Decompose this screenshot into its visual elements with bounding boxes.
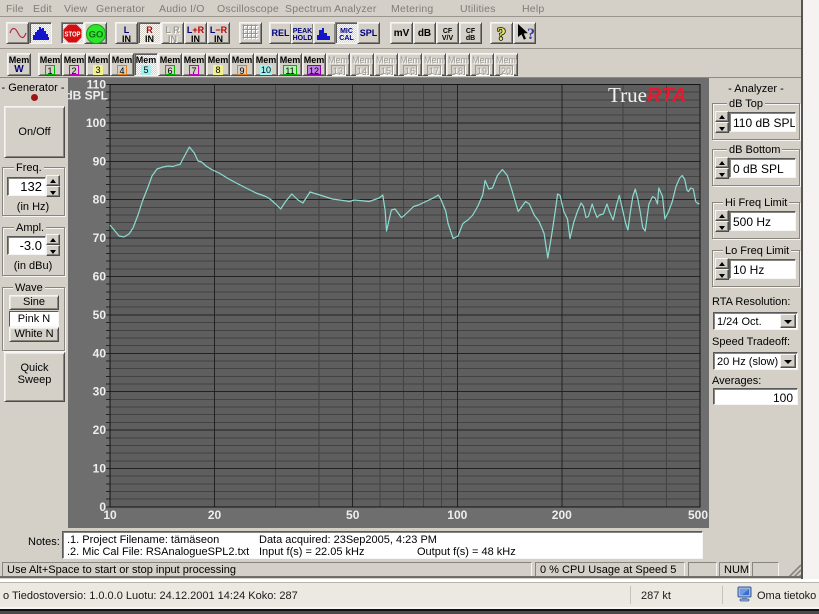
svg-text:?: ?: [497, 24, 506, 44]
svg-text:20: 20: [208, 508, 222, 522]
svg-text:30: 30: [93, 385, 107, 399]
svg-text:40: 40: [93, 346, 107, 360]
svg-text:?: ?: [527, 26, 535, 43]
svg-text:10: 10: [103, 508, 117, 522]
svg-text:50: 50: [93, 308, 107, 322]
svg-text:500: 500: [688, 508, 708, 522]
svg-text:RTA: RTA: [647, 85, 686, 107]
svg-text:200: 200: [552, 508, 572, 522]
svg-text:70: 70: [93, 231, 107, 245]
svg-text:20: 20: [93, 423, 107, 437]
svg-text:50: 50: [346, 508, 360, 522]
svg-text:80: 80: [93, 193, 107, 207]
svg-text:GO: GO: [88, 30, 103, 41]
svg-text:STOP: STOP: [65, 32, 81, 39]
svg-text:60: 60: [93, 270, 107, 284]
svg-text:100: 100: [447, 508, 467, 522]
svg-text:dB SPL: dB SPL: [68, 89, 108, 103]
svg-text:10: 10: [93, 462, 107, 476]
svg-text:True: True: [608, 83, 647, 107]
svg-text:100: 100: [86, 116, 106, 130]
svg-text:90: 90: [93, 154, 107, 168]
